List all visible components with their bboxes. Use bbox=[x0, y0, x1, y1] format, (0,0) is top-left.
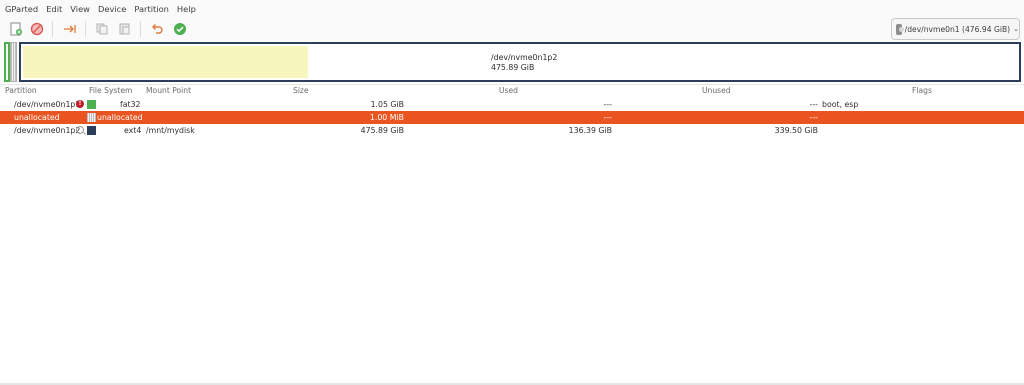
menubar: GParted Edit View Device Partition Help bbox=[0, 0, 1024, 17]
chevron-down-icon: ⌄ bbox=[1013, 25, 1019, 33]
filesystem-color-swatch bbox=[87, 126, 96, 135]
column-header-size[interactable]: Size bbox=[293, 86, 309, 95]
menu-partition[interactable]: Partition bbox=[134, 4, 169, 14]
paste-button[interactable] bbox=[116, 20, 134, 38]
apply-button[interactable] bbox=[171, 20, 189, 38]
disk-icon bbox=[896, 23, 904, 35]
resize-move-button[interactable] bbox=[61, 20, 79, 38]
column-header-flags[interactable]: Flags bbox=[912, 86, 932, 95]
menu-gparted[interactable]: GParted bbox=[5, 4, 38, 14]
new-partition-button[interactable] bbox=[7, 20, 25, 38]
unused: --- bbox=[809, 100, 818, 109]
toolbar-separator bbox=[52, 21, 53, 37]
mount-point: /mnt/mydisk bbox=[146, 126, 195, 135]
partition-name: unallocated bbox=[14, 113, 60, 122]
menu-view[interactable]: View bbox=[70, 4, 90, 14]
toolbar bbox=[0, 17, 1024, 41]
disk-graphic: /dev/nvme0n1p2 475.89 GiB bbox=[4, 42, 1021, 82]
device-selector-value: /dev/nvme0n1 (476.94 GiB) bbox=[904, 24, 1011, 34]
filesystem: ext4 bbox=[124, 126, 142, 135]
partition-table-header: Partition File System Mount Point Size U… bbox=[0, 86, 1024, 98]
column-header-unused[interactable]: Unused bbox=[702, 86, 731, 95]
used: --- bbox=[603, 100, 612, 109]
divider bbox=[0, 84, 1024, 85]
delete-partition-button[interactable] bbox=[28, 20, 46, 38]
copy-button[interactable] bbox=[93, 20, 111, 38]
menu-help[interactable]: Help bbox=[177, 4, 196, 14]
column-header-partition[interactable]: Partition bbox=[5, 86, 37, 95]
table-row[interactable]: unallocated unallocated 1.00 MiB --- --- bbox=[0, 111, 1024, 124]
used-space-fill bbox=[23, 46, 308, 78]
filesystem-color-swatch bbox=[87, 113, 96, 122]
copy-icon bbox=[96, 23, 108, 35]
unused: --- bbox=[809, 113, 818, 122]
segment-label: /dev/nvme0n1p2 475.89 GiB bbox=[491, 53, 557, 73]
filesystem-color-swatch bbox=[87, 100, 96, 109]
size: 475.89 GiB bbox=[360, 126, 404, 135]
segment-size: 475.89 GiB bbox=[491, 63, 535, 72]
disk-segment-unallocated[interactable] bbox=[10, 42, 17, 82]
partition-name: /dev/nvme0n1p2 bbox=[14, 126, 81, 135]
resize-move-icon bbox=[64, 25, 76, 33]
disk-segment-nvme0n1p2[interactable]: /dev/nvme0n1p2 475.89 GiB bbox=[19, 42, 1021, 82]
segment-name: /dev/nvme0n1p2 bbox=[491, 53, 558, 62]
toolbar-separator bbox=[85, 21, 86, 37]
undo-button[interactable] bbox=[148, 20, 166, 38]
flags: boot, esp bbox=[822, 100, 859, 109]
toolbar-separator bbox=[140, 21, 141, 37]
column-header-used[interactable]: Used bbox=[499, 86, 518, 95]
paste-icon bbox=[119, 23, 130, 35]
mounted-search-icon bbox=[76, 126, 84, 134]
undo-icon bbox=[152, 24, 163, 34]
warning-icon: ! bbox=[76, 100, 84, 108]
size: 1.05 GiB bbox=[370, 100, 404, 109]
menu-edit[interactable]: Edit bbox=[46, 4, 62, 14]
partition-name: /dev/nvme0n1p1 bbox=[14, 100, 81, 109]
used: 136.39 GiB bbox=[568, 126, 612, 135]
menu-device[interactable]: Device bbox=[98, 4, 126, 14]
table-row[interactable]: /dev/nvme0n1p1 ! fat32 1.05 GiB --- --- … bbox=[0, 98, 1024, 111]
column-header-mount-point[interactable]: Mount Point bbox=[146, 86, 191, 95]
apply-icon bbox=[174, 23, 186, 35]
delete-partition-icon bbox=[30, 22, 44, 36]
used: --- bbox=[603, 113, 612, 122]
unused: 339.50 GiB bbox=[774, 126, 818, 135]
new-partition-icon bbox=[10, 22, 22, 36]
filesystem: unallocated bbox=[97, 113, 143, 122]
table-row[interactable]: /dev/nvme0n1p2 ext4 /mnt/mydisk 475.89 G… bbox=[0, 124, 1024, 137]
filesystem: fat32 bbox=[120, 100, 141, 109]
size: 1.00 MiB bbox=[369, 113, 404, 122]
device-selector[interactable]: /dev/nvme0n1 (476.94 GiB) ⌄ bbox=[891, 18, 1020, 40]
column-header-filesystem[interactable]: File System bbox=[89, 86, 132, 95]
